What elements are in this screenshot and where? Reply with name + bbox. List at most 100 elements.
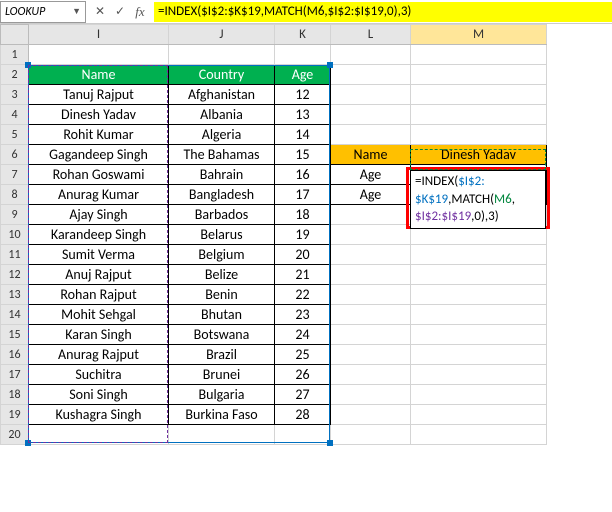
select-all-corner[interactable]: [1, 25, 29, 45]
cell[interactable]: [169, 45, 275, 65]
row-header[interactable]: 14: [1, 305, 29, 325]
cell-country[interactable]: Algeria: [169, 125, 275, 145]
cell[interactable]: [331, 245, 411, 265]
row-header[interactable]: 9: [1, 205, 29, 225]
lookup-age-label[interactable]: Age: [331, 185, 411, 205]
cell[interactable]: [411, 365, 547, 385]
cell-name[interactable]: Mohit Sehgal: [29, 305, 169, 325]
cell[interactable]: [331, 305, 411, 325]
cell-age[interactable]: 16: [275, 165, 331, 185]
cell-age[interactable]: 24: [275, 325, 331, 345]
col-header-L[interactable]: L: [331, 25, 411, 45]
lookup-name-header[interactable]: Name: [331, 145, 411, 165]
cell-country[interactable]: The Bahamas: [169, 145, 275, 165]
cell[interactable]: [411, 265, 547, 285]
cell[interactable]: [169, 425, 275, 445]
row-header[interactable]: 18: [1, 385, 29, 405]
cell-age[interactable]: 19: [275, 225, 331, 245]
cell-name[interactable]: Soni Singh: [29, 385, 169, 405]
cell[interactable]: [29, 45, 169, 65]
cell-country[interactable]: Bhutan: [169, 305, 275, 325]
cell-country[interactable]: Barbados: [169, 205, 275, 225]
cell-name[interactable]: Rohan Goswami: [29, 165, 169, 185]
cell[interactable]: [29, 425, 169, 445]
cell-name[interactable]: Anuj Rajput: [29, 265, 169, 285]
cell[interactable]: [331, 425, 411, 445]
cell-age[interactable]: 12: [275, 85, 331, 105]
col-header-K[interactable]: K: [275, 25, 331, 45]
row-header[interactable]: 17: [1, 365, 29, 385]
cell[interactable]: [331, 405, 411, 425]
cell-name[interactable]: Rohan Rajput: [29, 285, 169, 305]
row-header[interactable]: 11: [1, 245, 29, 265]
cell[interactable]: [331, 125, 411, 145]
cell[interactable]: [411, 85, 547, 105]
row-header[interactable]: 4: [1, 105, 29, 125]
cell[interactable]: [331, 85, 411, 105]
cell[interactable]: [411, 245, 547, 265]
cell-age[interactable]: 28: [275, 405, 331, 425]
cell[interactable]: [411, 425, 547, 445]
cell-age[interactable]: 13: [275, 105, 331, 125]
name-box[interactable]: LOOKUP ▼: [0, 1, 86, 23]
cell-country[interactable]: Belarus: [169, 225, 275, 245]
cell[interactable]: [411, 405, 547, 425]
cell-country[interactable]: Brazil: [169, 345, 275, 365]
row-header[interactable]: 7: [1, 165, 29, 185]
cell-age[interactable]: 23: [275, 305, 331, 325]
cell-country[interactable]: Afghanistan: [169, 85, 275, 105]
col-header-I[interactable]: I: [29, 25, 169, 45]
cell-age[interactable]: 26: [275, 365, 331, 385]
row-header[interactable]: 5: [1, 125, 29, 145]
cell-age[interactable]: 27: [275, 385, 331, 405]
cell[interactable]: [331, 285, 411, 305]
cell[interactable]: [411, 345, 547, 365]
cell-name[interactable]: Anurag Kumar: [29, 185, 169, 205]
cell-name[interactable]: Karandeep Singh: [29, 225, 169, 245]
cell[interactable]: [411, 285, 547, 305]
name-box-dropdown-icon[interactable]: ▼: [72, 6, 81, 17]
cell[interactable]: [331, 65, 411, 85]
cell-country[interactable]: Benin: [169, 285, 275, 305]
lookup-name-value[interactable]: Dinesh Yadav: [411, 145, 547, 165]
accept-icon[interactable]: ✓: [112, 4, 128, 20]
cell-age[interactable]: 22: [275, 285, 331, 305]
row-header[interactable]: 6: [1, 145, 29, 165]
cell-age[interactable]: 18: [275, 205, 331, 225]
cell-name[interactable]: Tanuj Rajput: [29, 85, 169, 105]
cell[interactable]: [411, 65, 547, 85]
cell[interactable]: [275, 425, 331, 445]
cell-name[interactable]: Karan Singh: [29, 325, 169, 345]
cell-country[interactable]: Bahrain: [169, 165, 275, 185]
cell[interactable]: [331, 205, 411, 225]
cancel-icon[interactable]: ✕: [92, 4, 108, 20]
cell-country[interactable]: Brunei: [169, 365, 275, 385]
cell[interactable]: [331, 345, 411, 365]
cell-name[interactable]: Rohit Kumar: [29, 125, 169, 145]
cell-name[interactable]: Dinesh Yadav: [29, 105, 169, 125]
cell[interactable]: [411, 305, 547, 325]
cell[interactable]: [275, 45, 331, 65]
cell-name[interactable]: Ajay Singh: [29, 205, 169, 225]
cell[interactable]: [331, 45, 411, 65]
cell[interactable]: [331, 365, 411, 385]
cell-country[interactable]: Bangladesh: [169, 185, 275, 205]
cell-country[interactable]: Burkina Faso: [169, 405, 275, 425]
cell-age[interactable]: 25: [275, 345, 331, 365]
formula-input[interactable]: =INDEX($I$2:$K$19,MATCH(M6,$I$2:$I$19,0)…: [154, 2, 612, 22]
col-header-M[interactable]: M: [411, 25, 547, 45]
row-header[interactable]: 15: [1, 325, 29, 345]
cell-age[interactable]: 15: [275, 145, 331, 165]
cell-age[interactable]: 14: [275, 125, 331, 145]
fx-icon[interactable]: fx: [132, 4, 148, 20]
cell-age[interactable]: 17: [275, 185, 331, 205]
cell[interactable]: [331, 265, 411, 285]
cell[interactable]: [331, 105, 411, 125]
cell[interactable]: [411, 45, 547, 65]
row-header[interactable]: 10: [1, 225, 29, 245]
spreadsheet-grid[interactable]: I J K L M 1 2 Name Country Age 3Tanuj Ra…: [0, 24, 547, 445]
cell-name[interactable]: Gagandeep Singh: [29, 145, 169, 165]
cell-name[interactable]: Suchitra: [29, 365, 169, 385]
table-header-name[interactable]: Name: [29, 65, 169, 85]
cell[interactable]: [331, 385, 411, 405]
